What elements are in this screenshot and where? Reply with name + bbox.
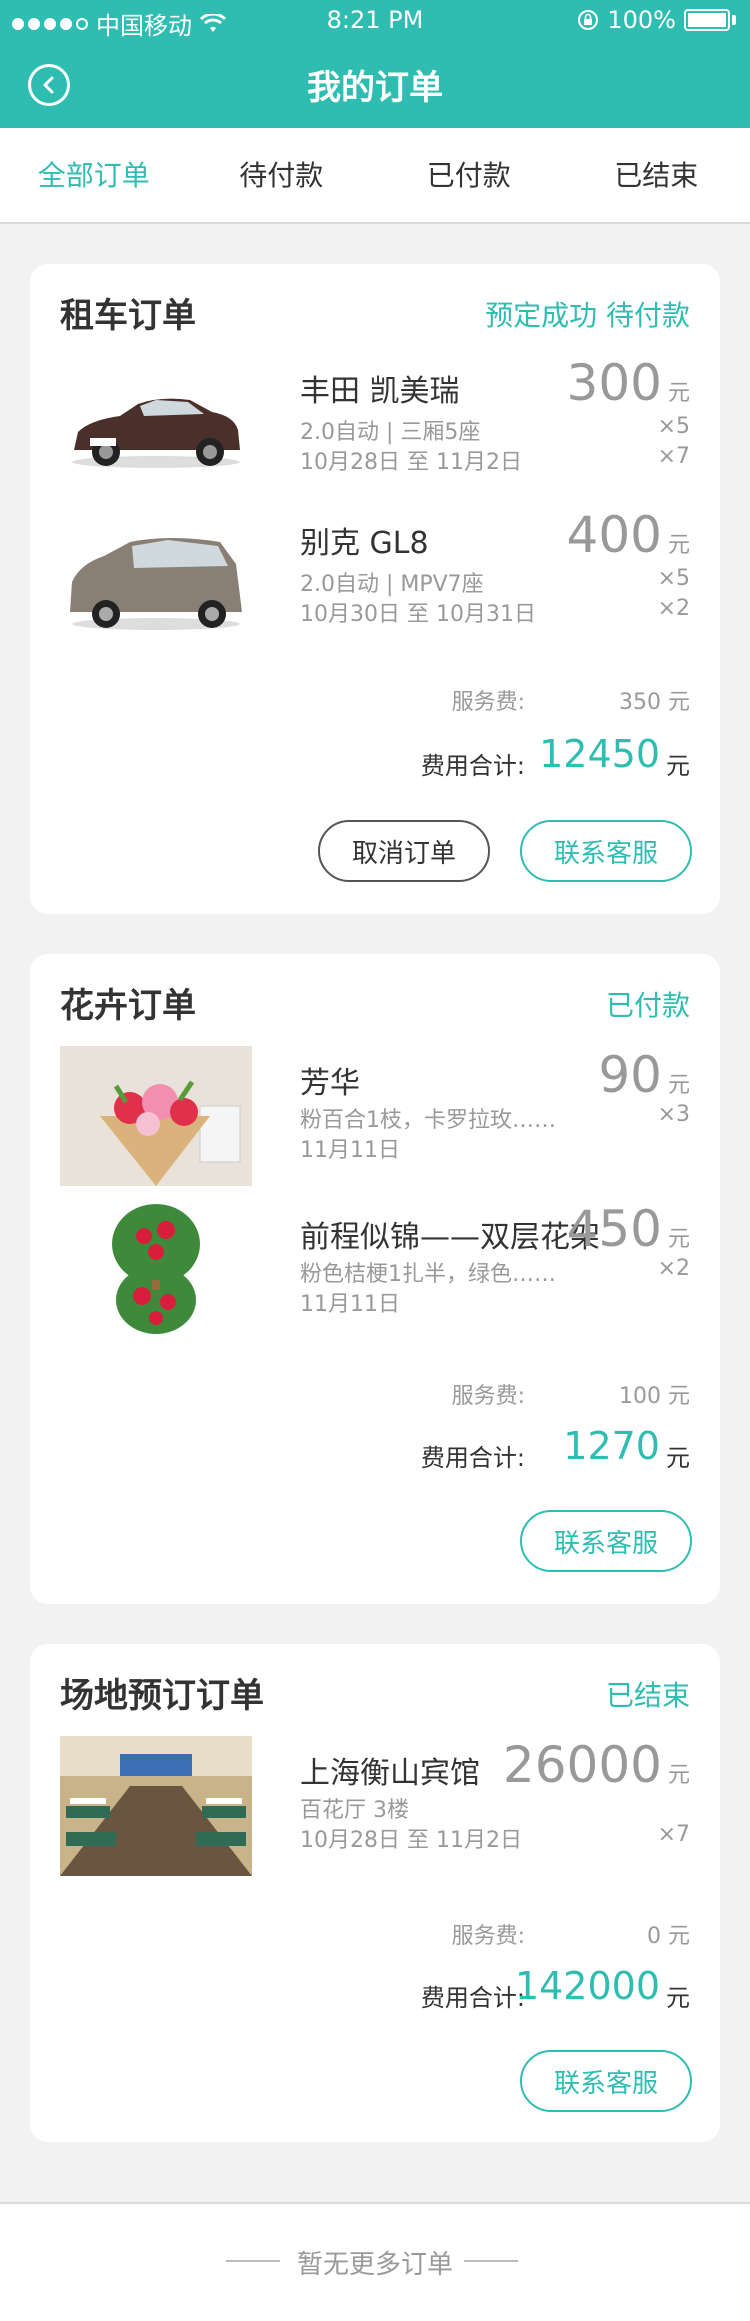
flower-bouquet-image [60,1046,252,1186]
order-tabs: 全部订单 待付款 已付款 已结束 [0,128,750,224]
service-fee-value: 350 元 [619,690,690,715]
item-spec: 2.0自动 | MPV7座 [300,572,484,597]
item-name: 丰田 凯美瑞 [300,374,460,409]
car-sedan-image [60,354,252,494]
tab-finished[interactable]: 已结束 [563,128,750,222]
item-name: 上海衡山宾馆 [300,1756,480,1791]
item-name: 前程似锦——双层花架 [300,1220,600,1255]
item-dates: 10月30日 至 10月31日 [300,602,536,627]
contact-service-button[interactable]: 联系客服 [520,1510,692,1572]
divider [464,2260,518,2262]
contact-service-button[interactable]: 联系客服 [520,820,692,882]
item-dates: 11月11日 [300,1138,400,1163]
tab-all[interactable]: 全部订单 [0,128,188,222]
total-label: 费用合计: [420,1444,525,1472]
order-item[interactable]: 丰田 凯美瑞 2.0自动 | 三厢5座 10月28日 至 11月2日 300 元 … [60,354,690,494]
item-spec: 2.0自动 | 三厢5座 [300,420,481,445]
total-unit: 元 [666,1984,690,2012]
order-title: 租车订单 [60,296,196,336]
item-qty: ×5 [657,414,690,439]
order-status: 已付款 [605,989,690,1022]
header: 中国移动 8:21 PM 100% 我的订单 [0,0,750,128]
service-fee-label: 服务费: [451,1924,525,1949]
item-dates: 10月28日 至 11月2日 [300,450,522,475]
total-value: 12450 [539,732,660,776]
order-card-flower: 花卉订单 已付款 芳华 粉百合1枝，卡罗拉玫…… 11月11日 90 元 ×3 前… [30,954,720,1604]
battery-label: 100% [607,6,676,34]
cancel-order-button[interactable]: 取消订单 [318,820,490,882]
battery-icon [684,9,730,31]
contact-service-button[interactable]: 联系客服 [520,2050,692,2112]
order-status: 预定成功 待付款 [485,299,690,332]
page-title: 我的订单 [307,68,443,108]
order-item[interactable]: 前程似锦——双层花架 粉色桔梗1扎半，绿色…… 11月11日 450 元 ×2 [60,1200,690,1340]
status-bar: 中国移动 8:21 PM 100% [0,0,750,40]
service-fee-row: 服务费: 0 元 [60,1918,690,1949]
total-row: 费用合计: 12450 元 [60,732,690,782]
item-days: ×7 [657,444,690,469]
service-fee-label: 服务费: [451,690,525,715]
order-title: 场地预订订单 [60,1676,264,1716]
order-card-venue: 场地预订订单 已结束 上海衡山宾馆 百花厅 3楼 10月28日 至 11月2日 … [30,1644,720,2142]
order-title: 花卉订单 [60,986,196,1026]
venue-hall-image [60,1736,252,1876]
order-item[interactable]: 芳华 粉百合1枝，卡罗拉玫…… 11月11日 90 元 ×3 [60,1046,690,1186]
service-fee-value: 0 元 [647,1924,690,1949]
service-fee-value: 100 元 [619,1384,690,1409]
lock-rotation-icon [578,10,599,30]
item-days: ×7 [657,1822,690,1847]
item-spec: 百花厅 3楼 [300,1798,409,1823]
item-price: 300 元 [566,354,690,412]
total-unit: 元 [666,1444,690,1472]
total-label: 费用合计: [420,752,525,780]
item-qty: ×2 [657,1256,690,1281]
item-days: ×2 [657,596,690,621]
item-name: 芳华 [300,1066,360,1101]
item-price: 26000 元 [502,1736,690,1794]
item-dates: 10月28日 至 11月2日 [300,1828,522,1853]
total-row: 费用合计: 142000 元 [60,1964,690,2014]
service-fee-row: 服务费: 100 元 [60,1378,690,1409]
item-price: 90 元 [598,1046,690,1104]
no-more-orders-text: 暂无更多订单 [296,2250,453,2280]
item-spec: 粉百合1枝，卡罗拉玫…… [300,1108,556,1133]
total-unit: 元 [666,752,690,780]
order-status: 已结束 [605,1679,690,1712]
item-price: 400 元 [566,506,690,564]
service-fee-row: 服务费: 350 元 [60,684,690,715]
list-end-footer: 暂无更多订单 [0,2202,750,2321]
total-value: 142000 [514,1964,660,2008]
item-price: 450 元 [566,1200,690,1258]
item-qty: ×3 [657,1102,690,1127]
car-mpv-image [60,506,252,646]
item-spec: 粉色桔梗1扎半，绿色…… [300,1262,556,1287]
total-value: 1270 [563,1424,660,1468]
total-label: 费用合计: [420,1984,525,2012]
tab-paid[interactable]: 已付款 [375,128,563,222]
tab-unpaid[interactable]: 待付款 [188,128,376,222]
flower-stand-image [60,1200,252,1340]
order-item[interactable]: 上海衡山宾馆 百花厅 3楼 10月28日 至 11月2日 26000 元 ×7 [60,1736,690,1876]
order-card-car: 租车订单 预定成功 待付款 丰田 凯美瑞 2.0自动 | 三厢5座 10月28日… [30,264,720,914]
item-qty: ×5 [657,566,690,591]
item-dates: 11月11日 [300,1292,400,1317]
order-item[interactable]: 别克 GL8 2.0自动 | MPV7座 10月30日 至 10月31日 400… [60,506,690,646]
item-name: 别克 GL8 [300,526,429,561]
service-fee-label: 服务费: [451,1384,525,1409]
total-row: 费用合计: 1270 元 [60,1424,690,1474]
